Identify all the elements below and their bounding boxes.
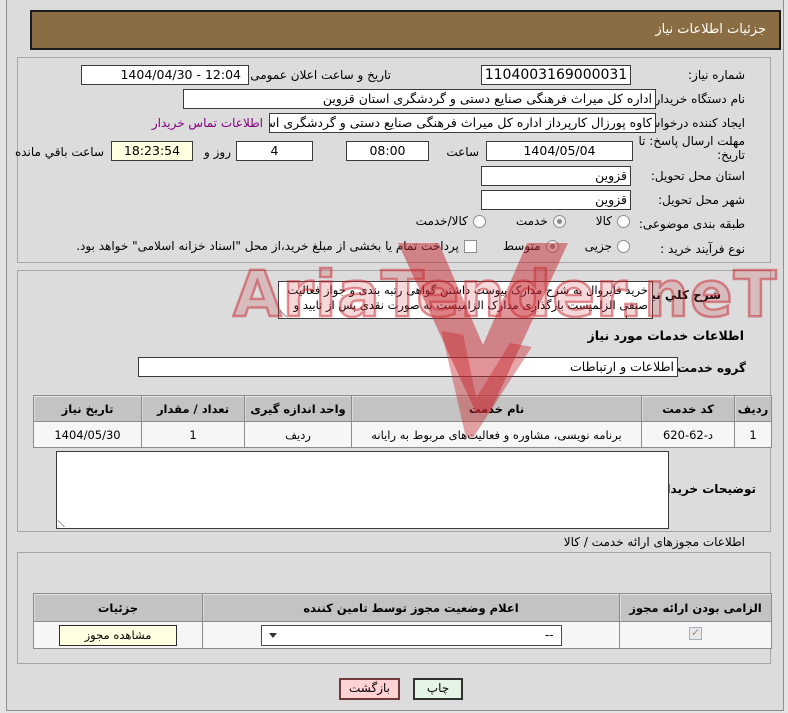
col-license-status: اعلام وضعیت مجوز توسط تامین کننده <box>202 593 620 622</box>
radio-goods-icon[interactable] <box>617 214 630 228</box>
services-table-header-row: ردیف کد خدمت نام خدمت واحد اندازه گیری ت… <box>33 395 772 422</box>
radio-partial-icon[interactable] <box>617 239 630 253</box>
licenses-table-row: -- مشاهده مجوز <box>33 621 772 649</box>
resize-handle-icon[interactable] <box>58 517 68 527</box>
process-type-label: نوع فرآیند خرید : <box>660 242 745 256</box>
col-row-number: ردیف <box>734 395 772 422</box>
print-button[interactable]: چاپ <box>413 678 463 700</box>
services-section-title: اطلاعات خدمات مورد نياز <box>587 328 745 343</box>
treasury-checkbox-icon[interactable] <box>463 239 477 253</box>
need-info-panel: شماره نیاز: 1104003169000031 تاریخ و ساع… <box>14 57 771 263</box>
col-license-details: جزئیات <box>33 593 203 622</box>
back-button[interactable]: بازگشت <box>339 678 400 700</box>
buyer-org-label: نام دستگاه خریدار: <box>650 92 746 106</box>
process-option-medium[interactable]: متوسط <box>503 239 559 253</box>
general-description-text: خرید فایروال به شرح مدارک پیوست داشتن گو… <box>287 283 648 318</box>
cell-row-number: 1 <box>734 421 772 448</box>
classification-option-goods[interactable]: کالا <box>596 214 630 228</box>
treasury-checkbox-label: پرداخت تمام یا بخشی از مبلغ خرید،از محل … <box>76 239 459 253</box>
cell-unit: ردیف <box>244 421 352 448</box>
resize-handle-icon[interactable] <box>280 307 290 317</box>
col-service-name: نام خدمت <box>351 395 642 422</box>
radio-service-label: خدمت <box>515 214 548 228</box>
license-status-value: -- <box>544 628 554 642</box>
remaining-days-label: روز و <box>204 145 231 159</box>
col-quantity: تعداد / مقدار <box>141 395 245 422</box>
licenses-panel: الزامی بودن ارائه مجوز اعلام وضعیت مجوز … <box>17 552 772 664</box>
radio-goods-service-label: کالا/خدمت <box>415 214 468 228</box>
license-required-checkbox-icon <box>689 626 702 640</box>
radio-goods-service-icon[interactable] <box>472 214 486 228</box>
radio-medium-label: متوسط <box>502 239 541 253</box>
general-description-textarea[interactable]: خرید فایروال به شرح مدارک پیوست داشتن گو… <box>278 281 653 319</box>
request-creator-field[interactable]: کاوه پورزال کارپرداز اداره کل میراث فرهن… <box>269 113 656 133</box>
deadline-label: مهلت ارسال پاسخ: تا تاریخ: <box>638 134 745 162</box>
treasury-checkbox-item[interactable]: پرداخت تمام یا بخشی از مبلغ خرید،از محل … <box>76 239 477 253</box>
need-number-field[interactable]: 1104003169000031 <box>481 65 631 85</box>
licenses-table-header-row: الزامی بودن ارائه مجوز اعلام وضعیت مجوز … <box>33 593 772 622</box>
view-license-button[interactable]: مشاهده مجوز <box>59 624 177 646</box>
services-table: ردیف کد خدمت نام خدمت واحد اندازه گیری ت… <box>33 395 772 448</box>
page: جزئیات اطلاعات نیاز شماره نیاز: 11040031… <box>0 0 788 713</box>
service-group-label: گروه خدمت: <box>672 361 746 375</box>
classification-option-goods-service[interactable]: کالا/خدمت <box>416 214 486 228</box>
service-group-field[interactable]: اطلاعات و ارتباطات <box>138 357 678 377</box>
delivery-province-field[interactable]: قزوین <box>481 166 631 186</box>
services-panel: شرح كلي نياز: خرید فایروال به شرح مدارک … <box>17 270 772 532</box>
cell-service-name: برنامه نویسی، مشاوره و فعالیت‌های مربوط … <box>351 421 642 448</box>
classification-label: طبقه بندی موضوعی: <box>638 217 745 231</box>
remaining-days-field: 4 <box>236 141 313 161</box>
radio-medium-icon[interactable] <box>545 239 559 253</box>
cell-license-required <box>619 621 772 649</box>
need-number-label: شماره نیاز: <box>688 68 745 82</box>
delivery-province-label: استان محل تحویل: <box>650 169 745 183</box>
col-license-required: الزامی بودن ارائه مجوز <box>619 593 772 622</box>
cell-need-date: 1404/05/30 <box>33 421 142 448</box>
cell-license-details: مشاهده مجوز <box>33 621 203 649</box>
delivery-city-label: شهر محل تحویل: <box>658 193 745 207</box>
deadline-hour-label: ساعت <box>446 145 479 159</box>
countdown-field: 18:23:54 <box>111 141 193 161</box>
buyer-notes-textarea[interactable] <box>56 451 669 529</box>
col-service-code: کد خدمت <box>641 395 735 422</box>
cell-quantity: 1 <box>141 421 245 448</box>
cell-license-status: -- <box>202 621 620 649</box>
licenses-section-title: اطلاعات مجوزهای ارائه خدمت / کالا <box>563 535 745 549</box>
process-type-options: جزیی متوسط پرداخت تمام یا بخشی از مبلغ خ… <box>76 239 630 253</box>
licenses-table: الزامی بودن ارائه مجوز اعلام وضعیت مجوز … <box>33 593 772 649</box>
process-option-partial[interactable]: جزیی <box>585 239 630 253</box>
buyer-org-field[interactable]: اداره کل میراث فرهنگی صنایع دستی و گردشگ… <box>183 89 656 109</box>
license-status-select[interactable]: -- <box>260 624 562 646</box>
announce-datetime-label: تاریخ و ساعت اعلان عمومی: <box>246 68 391 82</box>
classification-options: کالا خدمت کالا/خدمت <box>416 214 630 228</box>
col-need-date: تاریخ نیاز <box>33 395 142 422</box>
col-unit: واحد اندازه گیری <box>244 395 352 422</box>
countdown-label: ساعت باقي مانده <box>14 145 104 159</box>
chevron-down-icon <box>268 632 277 638</box>
radio-service-icon[interactable] <box>552 214 566 228</box>
buyer-contact-link[interactable]: اطلاعات تماس خریدار <box>152 116 263 130</box>
cell-service-code: د-62-620 <box>641 421 735 448</box>
announce-datetime-field[interactable]: 1404/04/30 - 12:04 <box>81 65 249 85</box>
radio-partial-label: جزیی <box>584 239 612 253</box>
buyer-notes-label: توضيحات خريدار: <box>654 482 756 496</box>
page-title: جزئیات اطلاعات نیاز <box>30 10 781 50</box>
deadline-date-field[interactable]: 1404/05/04 <box>486 141 633 161</box>
services-table-row: 1 د-62-620 برنامه نویسی، مشاوره و فعالیت… <box>33 421 772 448</box>
classification-option-service[interactable]: خدمت <box>516 214 566 228</box>
radio-goods-label: کالا <box>595 214 612 228</box>
deadline-hour-field[interactable]: 08:00 <box>346 141 429 161</box>
delivery-city-field[interactable]: قزوین <box>481 190 631 210</box>
